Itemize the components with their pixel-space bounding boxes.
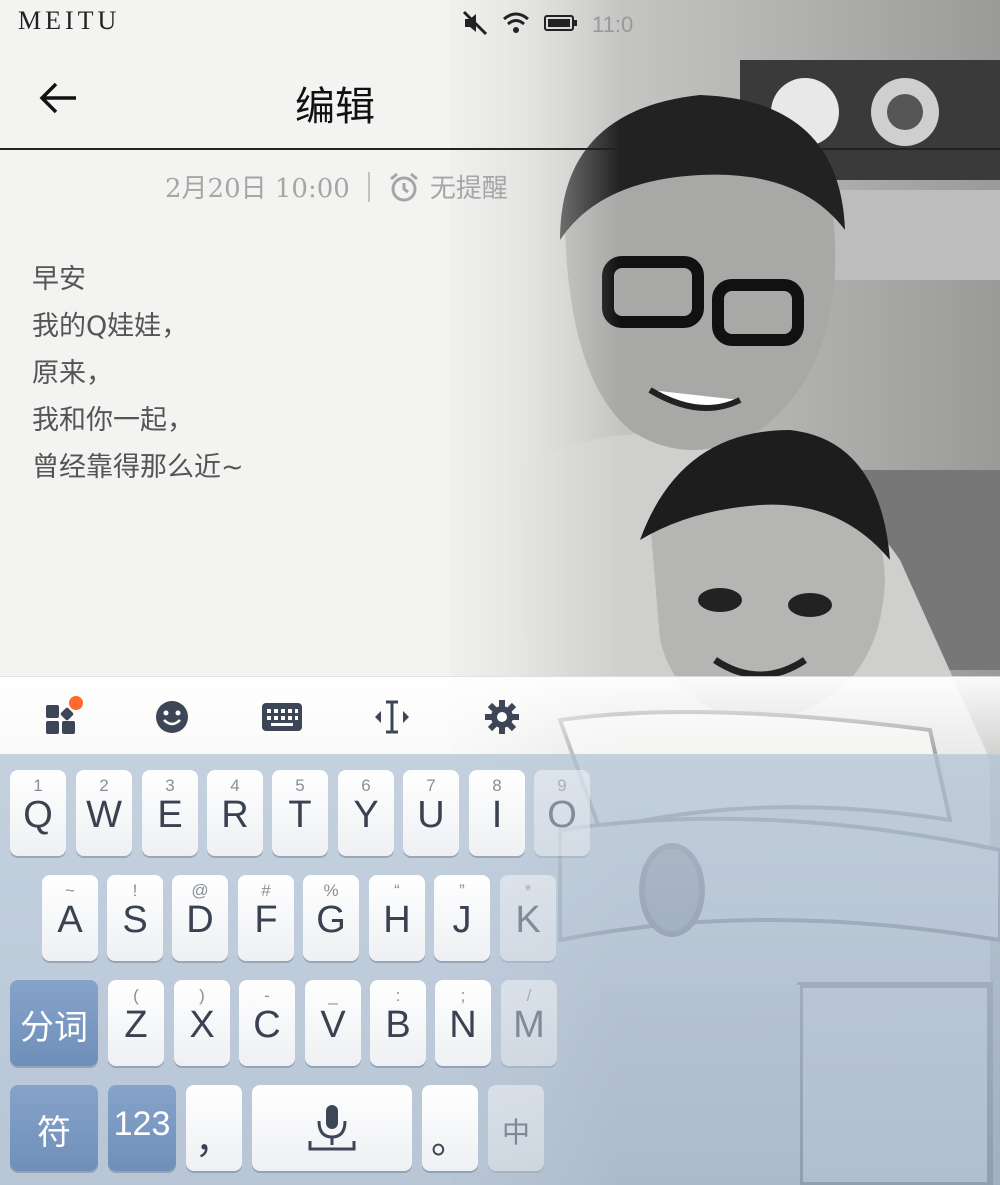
comma-key[interactable]: ， — [186, 1085, 242, 1171]
note-line: 我的Q娃娃， — [32, 311, 189, 342]
symbol-key[interactable]: 符 — [10, 1085, 98, 1171]
cursor-move-button[interactable] — [366, 691, 418, 743]
keyboard-switch-button[interactable] — [256, 691, 308, 743]
microphone-icon — [308, 1105, 356, 1151]
key-k[interactable]: * K — [500, 875, 556, 961]
key-s[interactable]: ! S — [107, 875, 163, 961]
brand-label: MEITU — [18, 6, 121, 35]
key-a[interactable]: ~ A — [42, 875, 98, 961]
key-x[interactable]: ) X — [174, 980, 230, 1066]
apps-grid-icon — [46, 696, 83, 734]
key-i[interactable]: 8I — [469, 770, 525, 856]
key-e[interactable]: 3E — [142, 770, 198, 856]
header-divider — [0, 148, 1000, 150]
emoji-button[interactable] — [146, 691, 198, 743]
status-bar: MEITU 11:0 — [0, 0, 1000, 46]
key-t[interactable]: 5T — [272, 770, 328, 856]
note-date[interactable]: 2月20日 10:00 — [165, 168, 350, 205]
key-n[interactable]: ; N — [435, 980, 491, 1066]
key-u[interactable]: 7U — [403, 770, 459, 856]
period-key[interactable]: 。 — [422, 1085, 478, 1171]
reminder-label: 无提醒 — [429, 174, 508, 204]
reminder-toggle[interactable]: 无提醒 — [388, 168, 508, 205]
alarm-clock-icon — [389, 172, 418, 201]
meta-separator — [367, 171, 370, 202]
status-icons: 11:0 — [462, 10, 633, 40]
key-j[interactable]: ” J — [434, 875, 490, 961]
battery-icon — [544, 14, 578, 36]
voice-space-key[interactable] — [252, 1085, 412, 1171]
key-y[interactable]: 6Y — [338, 770, 394, 856]
key-m[interactable]: / M — [501, 980, 557, 1066]
key-d[interactable]: @ D — [172, 875, 228, 961]
key-b[interactable]: :B — [370, 980, 426, 1066]
wifi-icon — [502, 12, 530, 38]
language-key[interactable]: 中 — [488, 1085, 544, 1171]
note-line: 原来， — [32, 358, 113, 389]
segment-key[interactable]: 分词 — [10, 980, 98, 1066]
back-arrow-icon — [39, 82, 76, 114]
cursor-icon — [375, 700, 409, 734]
number-key[interactable]: 123 — [108, 1085, 176, 1171]
page-title: 编辑 — [295, 84, 375, 130]
settings-button[interactable] — [476, 691, 528, 743]
key-h[interactable]: “H — [369, 875, 425, 961]
key-r[interactable]: 4R — [207, 770, 263, 856]
clock-time: 11:0 — [592, 12, 634, 37]
key-v[interactable]: _ V — [305, 980, 361, 1066]
apps-button[interactable] — [36, 691, 88, 743]
key-f[interactable]: # F — [238, 875, 294, 961]
note-body[interactable]: 早安 我的Q娃娃， 原来， 我和你一起， 曾经靠得那么近~ — [32, 256, 244, 491]
note-line: 早安 — [32, 264, 86, 295]
note-line: 曾经靠得那么近~ — [32, 452, 244, 483]
key-o[interactable]: 9O — [534, 770, 590, 856]
note-meta: 2月20日 10:00 无提醒 — [165, 168, 508, 205]
note-line: 我和你一起， — [32, 405, 194, 436]
key-c[interactable]: -C — [239, 980, 295, 1066]
mute-icon — [462, 10, 488, 40]
smiley-icon — [156, 701, 188, 733]
key-w[interactable]: 2W — [76, 770, 132, 856]
key-z[interactable]: (Z — [108, 980, 164, 1066]
gear-icon — [485, 700, 519, 734]
keyboard-toolbar — [0, 676, 1000, 755]
key-q[interactable]: 1Q — [10, 770, 66, 856]
key-g[interactable]: % G — [303, 875, 359, 961]
keyboard-icon — [262, 703, 302, 731]
back-button[interactable] — [30, 74, 86, 122]
